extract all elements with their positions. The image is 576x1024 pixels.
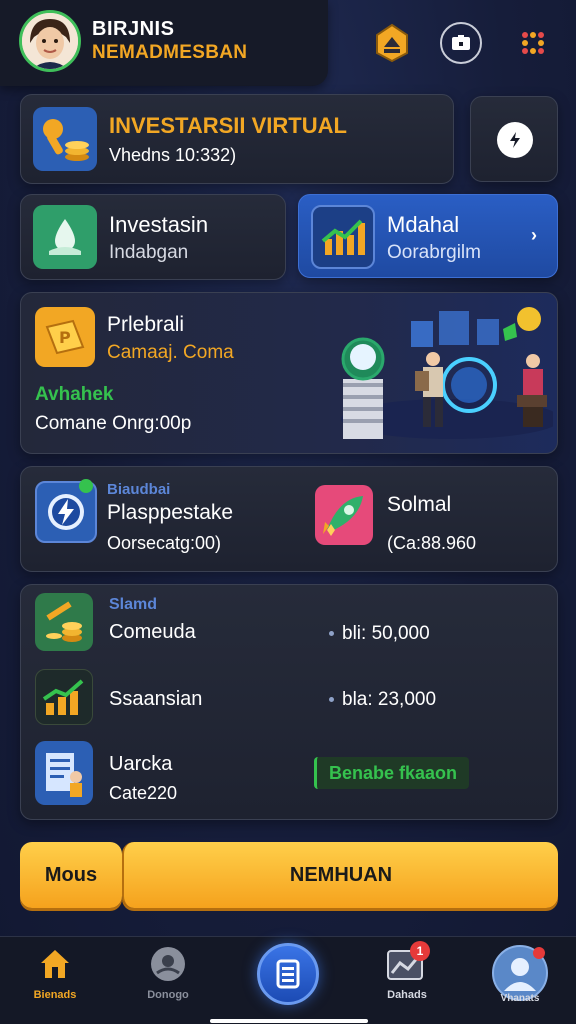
promo-left-title: Plasppestake bbox=[107, 501, 234, 524]
explore-icon bbox=[151, 947, 185, 981]
promo-right-subtitle: (Ca:88.960 bbox=[387, 533, 477, 553]
info-button[interactable] bbox=[470, 96, 558, 182]
secondary-action-button[interactable]: Mous bbox=[20, 842, 122, 908]
coins-wrench-icon bbox=[33, 107, 97, 171]
alert-dot-icon bbox=[533, 947, 545, 959]
list-item-value: 50,000 bbox=[371, 623, 430, 644]
list-item-label: bli: bbox=[342, 623, 367, 644]
list-header: Slamd bbox=[109, 596, 158, 613]
feature-note: Comane Onrg:00p bbox=[35, 413, 192, 434]
list-item-value: 23,000 bbox=[377, 689, 437, 710]
banner-subtitle: Vhedns 10:332) bbox=[109, 145, 237, 165]
drop-icon bbox=[33, 205, 97, 269]
nav-item-center[interactable] bbox=[243, 937, 333, 1024]
status-badge[interactable]: Benabe fkaaon bbox=[314, 757, 470, 789]
promo-right-title: Solmal bbox=[387, 493, 452, 516]
nav-item-profile[interactable]: Vhanats bbox=[475, 937, 565, 1024]
svg-text:P: P bbox=[59, 328, 71, 347]
rocket-icon[interactable] bbox=[315, 485, 373, 545]
banner-title: INVESTARSII VIRTUAL bbox=[109, 113, 347, 138]
chart-up-icon bbox=[311, 205, 375, 269]
investment-tile-title: Investasin bbox=[109, 212, 209, 237]
growth-chart-icon bbox=[35, 669, 93, 725]
menu-list-icon bbox=[257, 943, 319, 1005]
bullet-icon bbox=[329, 697, 334, 703]
nav-label: Donogo bbox=[147, 989, 189, 1001]
coins-icon bbox=[35, 593, 93, 651]
profile-header: BIRJNIS NEMADMESBAN bbox=[0, 0, 328, 86]
list-item-name[interactable]: Ssaansian bbox=[109, 688, 202, 711]
info-icon bbox=[497, 122, 533, 158]
list-item-sub: Cate220 bbox=[109, 783, 178, 803]
bottom-nav: Bienads Donogo 1 Dahads Vhanats bbox=[0, 936, 576, 1024]
nav-label: Vhanats bbox=[500, 993, 540, 1004]
virtual-investment-banner[interactable]: INVESTARSII VIRTUAL Vhedns 10:332) bbox=[20, 94, 454, 184]
app-title: BIRJNIS bbox=[92, 18, 175, 40]
list-item-value-row: bla: 23,000 bbox=[329, 689, 436, 711]
grid-menu-icon[interactable] bbox=[512, 22, 554, 64]
primary-action-button[interactable]: NEMHUAN bbox=[122, 842, 558, 908]
list-item-value-row: bli: 50,000 bbox=[329, 623, 430, 645]
feature-subtitle: Camaaj. Coma bbox=[107, 342, 234, 363]
bullet-icon bbox=[329, 631, 334, 637]
market-tile-title: Mdahal bbox=[387, 212, 460, 237]
market-tile[interactable]: Mdahal Oorabrgilm › bbox=[298, 194, 558, 278]
app-subtitle: NEMADMESBAN bbox=[92, 42, 248, 63]
notification-badge: 1 bbox=[410, 941, 430, 961]
status-dot-icon bbox=[79, 479, 93, 493]
nav-item-home[interactable]: Bienads bbox=[10, 937, 100, 1024]
home-indicator bbox=[210, 1019, 368, 1023]
chevron-right-icon: › bbox=[531, 225, 537, 245]
wallet-icon[interactable] bbox=[440, 22, 482, 64]
promo-card: Biaudbai Plasppestake Oorsecatg:00) Solm… bbox=[20, 466, 558, 572]
list-item-name[interactable]: Uarcka bbox=[109, 753, 172, 776]
avatar[interactable] bbox=[19, 10, 81, 72]
list-item-label: bla: bbox=[342, 689, 373, 710]
ticket-icon: P bbox=[35, 307, 95, 367]
promo-tag: Biaudbai bbox=[107, 481, 171, 498]
feature-card[interactable]: P Prlebrali Camaaj. Coma Avhahek Comane … bbox=[20, 292, 558, 454]
nav-label: Bienads bbox=[33, 989, 77, 1001]
nav-item-explore[interactable]: Donogo bbox=[123, 937, 213, 1024]
investment-tile-subtitle: Indabgan bbox=[109, 242, 189, 263]
business-meeting-illustration bbox=[341, 307, 553, 439]
promo-left-subtitle: Oorsecatg:00) bbox=[107, 533, 222, 553]
rank-badge-icon[interactable] bbox=[371, 22, 413, 64]
investment-tile[interactable]: Investasin Indabgan bbox=[20, 194, 286, 280]
feature-highlight: Avhahek bbox=[35, 384, 114, 405]
nav-item-messages[interactable]: 1 Dahads bbox=[362, 937, 452, 1024]
home-icon bbox=[41, 950, 69, 978]
document-person-icon bbox=[35, 741, 93, 805]
list-item-name[interactable]: Comeuda bbox=[109, 621, 196, 644]
market-tile-subtitle: Oorabrgilm bbox=[387, 242, 481, 263]
nav-label: Dahads bbox=[387, 989, 427, 1001]
portfolio-list: Slamd Comeuda bli: 50,000 Ssaansian bla:… bbox=[20, 584, 558, 820]
feature-title: Prlebrali bbox=[107, 313, 185, 336]
